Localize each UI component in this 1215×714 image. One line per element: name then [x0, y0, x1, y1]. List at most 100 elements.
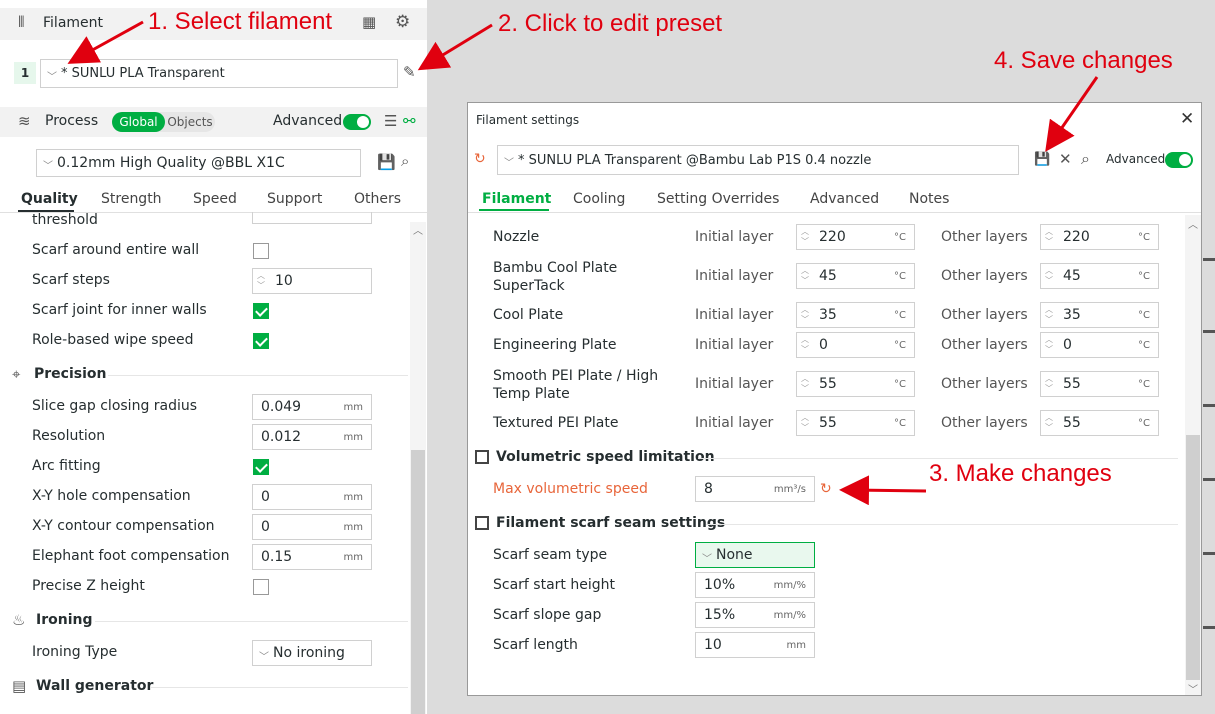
elephant-foot-input[interactable]: 0.15 mm — [252, 544, 372, 570]
process-preset-value: 0.12mm High Quality @BBL X1C — [57, 155, 285, 171]
spin-arrows-icon[interactable]: ︿ ﹀ — [1044, 413, 1054, 433]
tab-filament[interactable]: Filament — [482, 191, 551, 207]
filament-preset-dropdown[interactable]: ﹀ * SUNLU PLA Transparent — [40, 59, 398, 88]
nozzle-initial-input[interactable]: ︿ ﹀ 220 °C — [796, 224, 915, 250]
arc-fitting-checkbox[interactable] — [253, 459, 269, 475]
search-icon[interactable]: ⌕ — [1081, 151, 1090, 167]
textured-pei-other-input[interactable]: ︿ ﹀ 55 °C — [1040, 410, 1159, 436]
spin-arrows-icon[interactable]: ︿ ﹀ — [1044, 305, 1054, 325]
wall-generator-icon: ▤ — [12, 677, 27, 695]
spin-arrows-icon[interactable]: ︿ ﹀ — [1044, 335, 1054, 355]
global-toggle[interactable]: Global — [112, 112, 165, 132]
tab-speed[interactable]: Speed — [193, 191, 237, 207]
resolution-input[interactable]: 0.012 mm — [252, 424, 372, 450]
scarf-entire-wall-label: Scarf around entire wall — [32, 242, 200, 258]
scarf-start-height-label: Scarf start height — [493, 577, 615, 593]
process-preset-dropdown[interactable]: ﹀ 0.12mm High Quality @BBL X1C — [36, 149, 361, 177]
save-preset-icon[interactable]: 💾 — [1034, 153, 1050, 166]
compare-icon[interactable]: ⚯ — [403, 114, 416, 129]
engineering-plate-other-input[interactable]: ︿ ﹀ 0 °C — [1040, 332, 1159, 358]
save-preset-icon[interactable]: 💾 — [377, 155, 396, 170]
supertack-initial-input[interactable]: ︿ ﹀ 45 °C — [796, 263, 915, 289]
tab-notes[interactable]: Notes — [909, 191, 949, 207]
background-stripe — [1203, 478, 1215, 481]
spin-arrows-icon[interactable]: ︿ ﹀ — [800, 335, 810, 355]
scarf-length-input[interactable]: 10 mm — [695, 632, 815, 658]
tab-others[interactable]: Others — [354, 191, 401, 207]
scarf-inner-walls-checkbox[interactable] — [253, 303, 269, 319]
list-view-icon[interactable]: ☰ — [384, 114, 397, 129]
scarf-slope-gap-input[interactable]: 15% mm/% — [695, 602, 815, 628]
tab-support[interactable]: Support — [267, 191, 322, 207]
filament-slot-number[interactable]: 1 — [14, 62, 36, 84]
tab-quality[interactable]: Quality — [21, 191, 78, 207]
reset-preset-icon[interactable]: ↻ — [474, 151, 486, 167]
max-volumetric-speed-input[interactable]: 8 mm³/s — [695, 476, 815, 502]
temp-row-label: Nozzle — [493, 229, 540, 245]
scarf-slope-gap-label: Scarf slope gap — [493, 607, 602, 623]
objects-toggle[interactable]: Objects — [167, 112, 213, 132]
tab-setting-overrides[interactable]: Setting Overrides — [657, 191, 779, 207]
background-stripe — [1203, 626, 1215, 629]
filament-settings-gear-icon[interactable]: ⚙ — [395, 14, 410, 31]
ironing-type-dropdown[interactable]: ﹀ No ironing — [252, 640, 372, 666]
section-divider — [706, 524, 1178, 525]
scroll-up-arrow-icon[interactable]: ︿ — [1188, 216, 1198, 231]
scroll-up-arrow-icon[interactable]: ︿ — [413, 222, 423, 237]
sidebar-scrollbar-thumb[interactable] — [411, 450, 425, 714]
spin-arrows-icon[interactable]: ︿ ﹀ — [800, 413, 810, 433]
dialog-close-icon[interactable]: ✕ — [1180, 109, 1194, 129]
xy-hole-comp-label: X-Y hole compensation — [32, 488, 191, 504]
filament-manage-icon[interactable]: ▦ — [362, 15, 376, 30]
cool-plate-other-input[interactable]: ︿ ﹀ 35 °C — [1040, 302, 1159, 328]
spin-arrows-icon[interactable]: ︿ ﹀ — [1044, 374, 1054, 394]
spin-arrows-icon[interactable]: ︿ ﹀ — [800, 266, 810, 286]
nozzle-other-input[interactable]: ︿ ﹀ 220 °C — [1040, 224, 1159, 250]
xy-contour-comp-input[interactable]: 0 mm — [252, 514, 372, 540]
spin-arrows-icon[interactable]: ︿ ﹀ — [800, 374, 810, 394]
precise-z-checkbox[interactable] — [253, 579, 269, 595]
dialog-title: Filament settings — [476, 113, 580, 127]
scarf-entire-wall-checkbox[interactable] — [253, 243, 269, 259]
spin-arrows-icon[interactable]: ︿ ﹀ — [256, 271, 266, 291]
dialog-scrollbar-thumb[interactable] — [1186, 435, 1200, 680]
spin-arrows-icon[interactable]: ︿ ﹀ — [800, 305, 810, 325]
temp-row-label: Cool Plate — [493, 307, 564, 323]
supertack-other-input[interactable]: ︿ ﹀ 45 °C — [1040, 263, 1159, 289]
tab-advanced[interactable]: Advanced — [810, 191, 879, 207]
smooth-pei-initial-input[interactable]: ︿ ﹀ 55 °C — [796, 371, 915, 397]
tab-strength[interactable]: Strength — [101, 191, 162, 207]
textured-pei-initial-input[interactable]: ︿ ﹀ 55 °C — [796, 410, 915, 436]
annotation-step4: 4. Save changes — [994, 47, 1173, 74]
role-wipe-speed-checkbox[interactable] — [253, 333, 269, 349]
process-advanced-toggle[interactable] — [343, 114, 371, 130]
search-icon[interactable]: ⌕ — [401, 154, 409, 169]
section-divider — [108, 375, 408, 376]
left-sidebar: ⦀ Filament ▦ ⚙ 1 ﹀ * SUNLU PLA Transpare… — [0, 0, 427, 714]
partial-setting-label: threshold — [32, 212, 98, 228]
engineering-plate-initial-input[interactable]: ︿ ﹀ 0 °C — [796, 332, 915, 358]
spin-arrows-icon[interactable]: ︿ ﹀ — [800, 227, 810, 247]
spin-arrows-icon[interactable]: ︿ ﹀ — [1044, 227, 1054, 247]
scroll-down-arrow-icon[interactable]: ﹀ — [1188, 681, 1198, 695]
scarf-seam-type-dropdown[interactable]: ﹀ None — [695, 542, 815, 568]
global-objects-switch[interactable]: Global Objects — [112, 112, 215, 132]
discard-icon[interactable]: ✕ — [1059, 152, 1072, 167]
other-layers-label: Other layers — [941, 307, 1028, 323]
scarf-start-height-input[interactable]: 10% mm/% — [695, 572, 815, 598]
scarf-steps-input[interactable]: ︿ ﹀ 10 — [252, 268, 372, 294]
reset-value-icon[interactable]: ↻ — [820, 481, 832, 497]
spin-arrows-icon[interactable]: ︿ ﹀ — [1044, 266, 1054, 286]
temp-row-label: Engineering Plate — [493, 337, 617, 353]
slice-gap-input[interactable]: 0.049 mm — [252, 394, 372, 420]
xy-hole-comp-input[interactable]: 0 mm — [252, 484, 372, 510]
partial-setting-input[interactable] — [252, 212, 372, 224]
arrow-step2 — [417, 23, 493, 71]
smooth-pei-other-input[interactable]: ︿ ﹀ 55 °C — [1040, 371, 1159, 397]
scarf-inner-walls-label: Scarf joint for inner walls — [32, 302, 207, 318]
tab-cooling[interactable]: Cooling — [573, 191, 625, 207]
edit-preset-icon[interactable]: ✎ — [403, 65, 416, 80]
dialog-advanced-toggle[interactable] — [1165, 152, 1193, 168]
dialog-preset-dropdown[interactable]: ﹀ * SUNLU PLA Transparent @Bambu Lab P1S… — [497, 145, 1019, 175]
cool-plate-initial-input[interactable]: ︿ ﹀ 35 °C — [796, 302, 915, 328]
